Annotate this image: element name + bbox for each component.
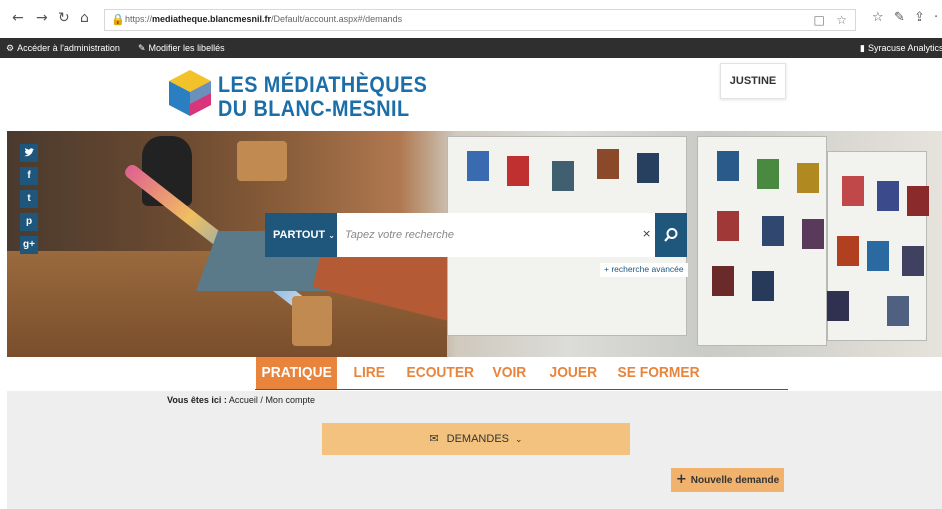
admin-link[interactable]: ⚙ Accéder à l'administration [6, 43, 120, 54]
facebook-icon[interactable]: f [20, 167, 38, 185]
notes-icon[interactable]: ✎ [894, 10, 905, 25]
pinterest-icon[interactable]: p [20, 213, 38, 231]
hero-magazine [507, 156, 529, 186]
demands-dropdown[interactable]: ✉ DEMANDES ⌄ [322, 423, 630, 455]
new-demand-button[interactable]: + Nouvelle demande [671, 468, 784, 492]
admin-bar: ⚙ Accéder à l'administration ✎ Modifier le… [0, 38, 942, 58]
site-header: LES MÉDIATHÈQUES DU BLANC-MESNIL JUSTINE [0, 58, 942, 132]
logo-title-line1[interactable]: LES MÉDIATHÈQUES [218, 72, 427, 98]
search-bar: PARTOUT ⌄ × [265, 213, 687, 257]
hero-magazine [552, 161, 574, 191]
hero-magazine [867, 241, 889, 271]
nav-divider [255, 389, 788, 390]
hero-magazine [597, 149, 619, 179]
clear-icon[interactable]: × [642, 227, 651, 240]
nav-item-lire[interactable]: LIRE [348, 357, 390, 389]
search-input[interactable] [337, 213, 655, 257]
url-text: https://mediatheque.blancmesnil.fr/Defau… [125, 14, 403, 24]
breadcrumb-separator: / [260, 395, 263, 405]
hero-magazine [717, 151, 739, 181]
breadcrumb-home[interactable]: Accueil [229, 395, 258, 405]
more-icon[interactable]: · [934, 10, 938, 25]
plus-icon: + [675, 472, 687, 487]
back-icon[interactable]: ← [12, 10, 24, 26]
favorites-icon[interactable]: ☆ [872, 10, 884, 25]
search-scope-dropdown[interactable]: PARTOUT ⌄ [265, 213, 337, 257]
nav-item-pratique[interactable]: PRATIQUE [256, 357, 338, 389]
envelope-icon: ✉ [429, 432, 439, 445]
hero-magazine [712, 266, 734, 296]
breadcrumb-current: Mon compte [265, 395, 315, 405]
analytics-link[interactable]: ▮ Syracuse Analytics [860, 43, 942, 54]
breadcrumb-label: Vous êtes ici : [167, 395, 227, 405]
logo-title-line2[interactable]: DU BLANC-MESNIL [218, 96, 410, 122]
hero-magazine [842, 176, 864, 206]
twitter-icon[interactable] [20, 144, 38, 162]
home-icon[interactable]: ⌂ [80, 10, 89, 26]
hero-magazine [802, 219, 824, 249]
lock-icon: 🔒 [111, 13, 125, 26]
url-action-icons: □ ☆ [813, 13, 847, 27]
nav-item-voir[interactable]: VOIR [487, 357, 532, 389]
logo-cube-icon[interactable] [167, 68, 213, 118]
search-button[interactable] [655, 213, 687, 257]
pencil-icon: ✎ [138, 44, 146, 54]
tumblr-icon[interactable]: t [20, 190, 38, 208]
reading-view-icon[interactable]: □ [813, 13, 824, 27]
nav-item-ecouter[interactable]: ECOUTER [401, 357, 480, 389]
address-bar[interactable]: 🔒 https://mediatheque.blancmesnil.fr/Def… [104, 9, 856, 31]
main-navigation: PRATIQUE LIRE ECOUTER VOIR JOUER SE FORM… [0, 357, 942, 391]
favorite-star-icon[interactable]: ☆ [836, 13, 847, 27]
forward-icon[interactable]: → [36, 10, 48, 26]
advanced-search-link[interactable]: + recherche avancée [600, 263, 688, 277]
bar-chart-icon: ▮ [860, 44, 865, 54]
hero-magazine [757, 159, 779, 189]
hero-magazine [762, 216, 784, 246]
hero-magazine [637, 153, 659, 183]
hero-magazine [837, 236, 859, 266]
hero-magazine [752, 271, 774, 301]
googleplus-icon[interactable]: g+ [20, 236, 38, 254]
account-content: Vous êtes ici : Accueil / Mon compte ✉ DE… [7, 391, 942, 509]
user-account-button[interactable]: JUSTINE [720, 63, 786, 99]
edit-labels-link[interactable]: ✎ Modifier les libellés [138, 43, 225, 54]
chevron-down-icon: ⌄ [515, 435, 523, 445]
hero-magazine [877, 181, 899, 211]
hero-magazine [887, 296, 909, 326]
hero-magazine [797, 163, 819, 193]
hero-chair [237, 141, 287, 181]
browser-toolbar: ← → ↻ ⌂ 🔒 https://mediatheque.blancmesni… [0, 0, 942, 38]
hero-chair [292, 296, 332, 346]
hero-magazine [902, 246, 924, 276]
chevron-down-icon: ⌄ [328, 231, 335, 240]
reload-icon[interactable]: ↻ [58, 10, 70, 26]
gear-icon: ⚙ [6, 44, 15, 54]
search-icon [664, 228, 678, 242]
share-icon[interactable]: ⇪ [914, 10, 925, 25]
hero-magazine [467, 151, 489, 181]
hero-magazine [907, 186, 929, 216]
hero-magazine [717, 211, 739, 241]
nav-item-se-former[interactable]: SE FORMER [612, 357, 705, 389]
nav-item-jouer[interactable]: JOUER [544, 357, 603, 389]
breadcrumb: Vous êtes ici : Accueil / Mon compte [167, 395, 315, 405]
hero-magazine [827, 291, 849, 321]
